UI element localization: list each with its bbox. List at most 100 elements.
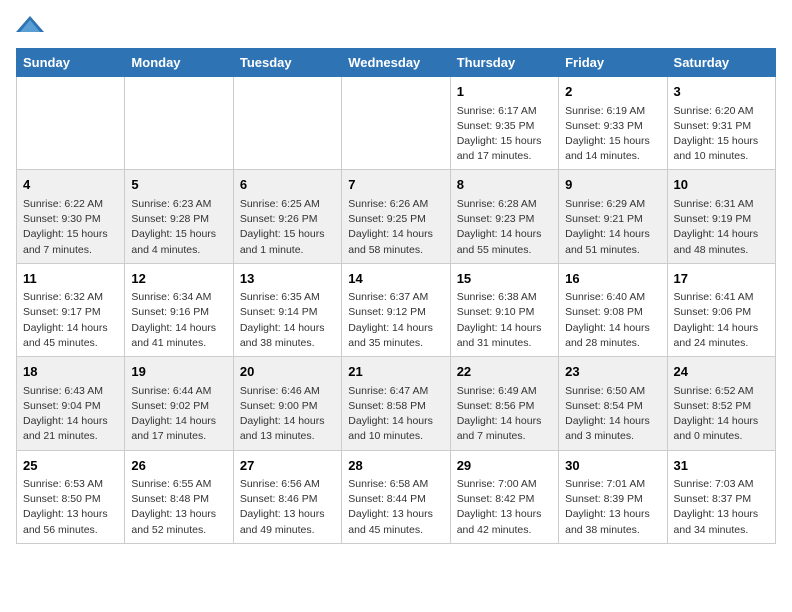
day-header-friday: Friday (559, 49, 667, 77)
day-number: 5 (131, 175, 226, 195)
day-info: Sunrise: 6:19 AM Sunset: 9:33 PM Dayligh… (565, 104, 660, 165)
day-info: Sunrise: 6:58 AM Sunset: 8:44 PM Dayligh… (348, 477, 443, 538)
day-number: 3 (674, 82, 769, 102)
day-info: Sunrise: 6:26 AM Sunset: 9:25 PM Dayligh… (348, 197, 443, 258)
calendar-week-row: 4Sunrise: 6:22 AM Sunset: 9:30 PM Daylig… (17, 170, 776, 263)
day-info: Sunrise: 7:00 AM Sunset: 8:42 PM Dayligh… (457, 477, 552, 538)
calendar-cell: 7Sunrise: 6:26 AM Sunset: 9:25 PM Daylig… (342, 170, 450, 263)
day-number: 30 (565, 456, 660, 476)
logo (16, 16, 48, 36)
day-number: 14 (348, 269, 443, 289)
day-number: 22 (457, 362, 552, 382)
day-number: 12 (131, 269, 226, 289)
day-number: 16 (565, 269, 660, 289)
calendar-cell: 14Sunrise: 6:37 AM Sunset: 9:12 PM Dayli… (342, 263, 450, 356)
calendar-cell: 9Sunrise: 6:29 AM Sunset: 9:21 PM Daylig… (559, 170, 667, 263)
calendar-cell (233, 77, 341, 170)
day-number: 28 (348, 456, 443, 476)
day-info: Sunrise: 6:40 AM Sunset: 9:08 PM Dayligh… (565, 290, 660, 351)
day-info: Sunrise: 6:25 AM Sunset: 9:26 PM Dayligh… (240, 197, 335, 258)
day-number: 1 (457, 82, 552, 102)
day-info: Sunrise: 6:41 AM Sunset: 9:06 PM Dayligh… (674, 290, 769, 351)
calendar-cell: 28Sunrise: 6:58 AM Sunset: 8:44 PM Dayli… (342, 450, 450, 543)
calendar-cell: 25Sunrise: 6:53 AM Sunset: 8:50 PM Dayli… (17, 450, 125, 543)
day-info: Sunrise: 6:34 AM Sunset: 9:16 PM Dayligh… (131, 290, 226, 351)
calendar-cell: 30Sunrise: 7:01 AM Sunset: 8:39 PM Dayli… (559, 450, 667, 543)
day-number: 13 (240, 269, 335, 289)
day-header-sunday: Sunday (17, 49, 125, 77)
day-number: 25 (23, 456, 118, 476)
day-number: 7 (348, 175, 443, 195)
calendar-cell: 11Sunrise: 6:32 AM Sunset: 9:17 PM Dayli… (17, 263, 125, 356)
calendar-cell: 2Sunrise: 6:19 AM Sunset: 9:33 PM Daylig… (559, 77, 667, 170)
day-header-monday: Monday (125, 49, 233, 77)
day-info: Sunrise: 6:44 AM Sunset: 9:02 PM Dayligh… (131, 384, 226, 445)
calendar-cell (125, 77, 233, 170)
day-number: 26 (131, 456, 226, 476)
day-number: 27 (240, 456, 335, 476)
calendar-cell: 3Sunrise: 6:20 AM Sunset: 9:31 PM Daylig… (667, 77, 775, 170)
day-number: 19 (131, 362, 226, 382)
page-header (16, 16, 776, 36)
calendar-week-row: 11Sunrise: 6:32 AM Sunset: 9:17 PM Dayli… (17, 263, 776, 356)
day-number: 31 (674, 456, 769, 476)
calendar-header-row: SundayMondayTuesdayWednesdayThursdayFrid… (17, 49, 776, 77)
day-info: Sunrise: 6:22 AM Sunset: 9:30 PM Dayligh… (23, 197, 118, 258)
day-info: Sunrise: 7:01 AM Sunset: 8:39 PM Dayligh… (565, 477, 660, 538)
day-info: Sunrise: 6:28 AM Sunset: 9:23 PM Dayligh… (457, 197, 552, 258)
day-info: Sunrise: 6:37 AM Sunset: 9:12 PM Dayligh… (348, 290, 443, 351)
calendar-cell: 19Sunrise: 6:44 AM Sunset: 9:02 PM Dayli… (125, 357, 233, 450)
day-header-tuesday: Tuesday (233, 49, 341, 77)
day-header-thursday: Thursday (450, 49, 558, 77)
day-number: 4 (23, 175, 118, 195)
calendar-cell: 18Sunrise: 6:43 AM Sunset: 9:04 PM Dayli… (17, 357, 125, 450)
day-number: 17 (674, 269, 769, 289)
calendar-week-row: 1Sunrise: 6:17 AM Sunset: 9:35 PM Daylig… (17, 77, 776, 170)
calendar-cell: 20Sunrise: 6:46 AM Sunset: 9:00 PM Dayli… (233, 357, 341, 450)
day-number: 9 (565, 175, 660, 195)
calendar-cell: 16Sunrise: 6:40 AM Sunset: 9:08 PM Dayli… (559, 263, 667, 356)
day-info: Sunrise: 6:31 AM Sunset: 9:19 PM Dayligh… (674, 197, 769, 258)
calendar-cell: 21Sunrise: 6:47 AM Sunset: 8:58 PM Dayli… (342, 357, 450, 450)
day-number: 6 (240, 175, 335, 195)
calendar-cell: 6Sunrise: 6:25 AM Sunset: 9:26 PM Daylig… (233, 170, 341, 263)
day-info: Sunrise: 6:17 AM Sunset: 9:35 PM Dayligh… (457, 104, 552, 165)
calendar-cell: 26Sunrise: 6:55 AM Sunset: 8:48 PM Dayli… (125, 450, 233, 543)
calendar-week-row: 25Sunrise: 6:53 AM Sunset: 8:50 PM Dayli… (17, 450, 776, 543)
calendar-cell: 10Sunrise: 6:31 AM Sunset: 9:19 PM Dayli… (667, 170, 775, 263)
day-number: 2 (565, 82, 660, 102)
day-number: 20 (240, 362, 335, 382)
day-info: Sunrise: 6:29 AM Sunset: 9:21 PM Dayligh… (565, 197, 660, 258)
calendar-cell: 8Sunrise: 6:28 AM Sunset: 9:23 PM Daylig… (450, 170, 558, 263)
day-info: Sunrise: 6:52 AM Sunset: 8:52 PM Dayligh… (674, 384, 769, 445)
day-info: Sunrise: 6:35 AM Sunset: 9:14 PM Dayligh… (240, 290, 335, 351)
calendar-cell: 22Sunrise: 6:49 AM Sunset: 8:56 PM Dayli… (450, 357, 558, 450)
day-number: 10 (674, 175, 769, 195)
day-info: Sunrise: 6:53 AM Sunset: 8:50 PM Dayligh… (23, 477, 118, 538)
calendar-table: SundayMondayTuesdayWednesdayThursdayFrid… (16, 48, 776, 544)
calendar-cell: 23Sunrise: 6:50 AM Sunset: 8:54 PM Dayli… (559, 357, 667, 450)
day-info: Sunrise: 7:03 AM Sunset: 8:37 PM Dayligh… (674, 477, 769, 538)
day-number: 24 (674, 362, 769, 382)
calendar-cell (17, 77, 125, 170)
day-number: 11 (23, 269, 118, 289)
day-number: 15 (457, 269, 552, 289)
calendar-cell (342, 77, 450, 170)
day-info: Sunrise: 6:46 AM Sunset: 9:00 PM Dayligh… (240, 384, 335, 445)
day-info: Sunrise: 6:23 AM Sunset: 9:28 PM Dayligh… (131, 197, 226, 258)
day-info: Sunrise: 6:55 AM Sunset: 8:48 PM Dayligh… (131, 477, 226, 538)
day-header-wednesday: Wednesday (342, 49, 450, 77)
calendar-week-row: 18Sunrise: 6:43 AM Sunset: 9:04 PM Dayli… (17, 357, 776, 450)
calendar-cell: 12Sunrise: 6:34 AM Sunset: 9:16 PM Dayli… (125, 263, 233, 356)
day-number: 23 (565, 362, 660, 382)
calendar-cell: 13Sunrise: 6:35 AM Sunset: 9:14 PM Dayli… (233, 263, 341, 356)
day-info: Sunrise: 6:32 AM Sunset: 9:17 PM Dayligh… (23, 290, 118, 351)
calendar-cell: 31Sunrise: 7:03 AM Sunset: 8:37 PM Dayli… (667, 450, 775, 543)
day-number: 8 (457, 175, 552, 195)
day-number: 21 (348, 362, 443, 382)
calendar-cell: 17Sunrise: 6:41 AM Sunset: 9:06 PM Dayli… (667, 263, 775, 356)
calendar-cell: 1Sunrise: 6:17 AM Sunset: 9:35 PM Daylig… (450, 77, 558, 170)
day-info: Sunrise: 6:50 AM Sunset: 8:54 PM Dayligh… (565, 384, 660, 445)
calendar-cell: 27Sunrise: 6:56 AM Sunset: 8:46 PM Dayli… (233, 450, 341, 543)
day-info: Sunrise: 6:56 AM Sunset: 8:46 PM Dayligh… (240, 477, 335, 538)
